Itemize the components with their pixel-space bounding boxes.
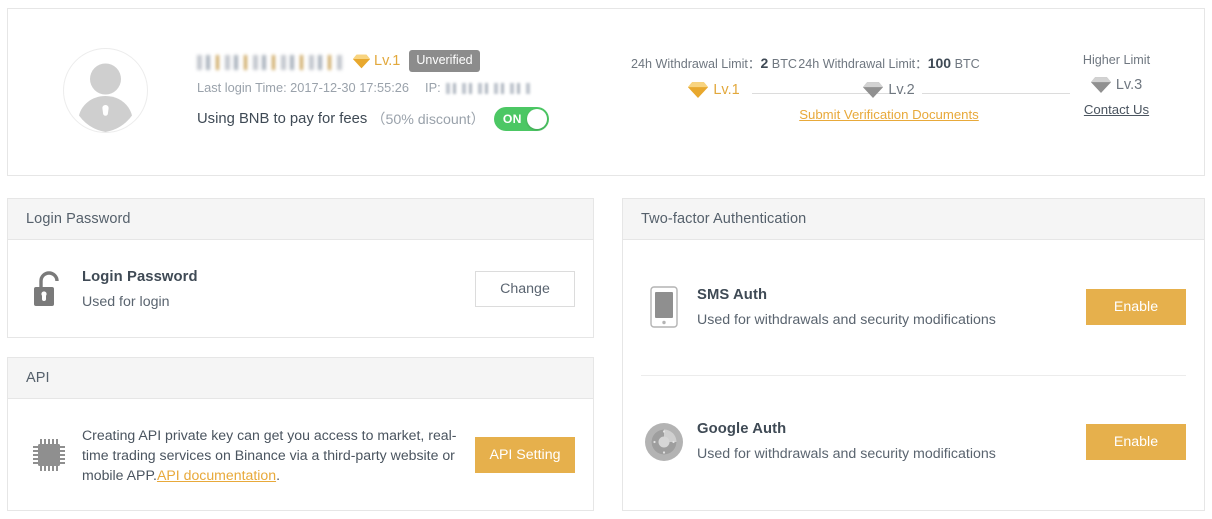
diamond-icon — [688, 82, 709, 98]
two-factor-authentication-card: Two-factor Authentication SMS Auth Used … — [622, 198, 1205, 511]
sms-auth-enable-button[interactable]: Enable — [1086, 289, 1186, 325]
level-3-marker: Lv.3 — [1059, 76, 1174, 94]
google-auth-icon-wrap — [641, 422, 687, 462]
api-description: Creating API private key can get you acc… — [82, 425, 461, 485]
level-3-caption: Higher Limit — [1059, 53, 1174, 67]
login-password-subtitle: Used for login — [82, 293, 170, 310]
google-auth-subtitle: Used for withdrawals and security modifi… — [697, 446, 996, 462]
change-password-button[interactable]: Change — [475, 271, 575, 307]
toggle-knob — [526, 109, 547, 129]
api-card: API Creating API private key can get you… — [7, 357, 594, 511]
login-password-panel-title: Login Password — [26, 211, 131, 227]
status-badge: Unverified — [409, 50, 480, 72]
google-auth-body: Google Auth Used for withdrawals and sec… — [687, 421, 1086, 462]
submit-verification-documents-link[interactable]: Submit Verification Documents — [779, 107, 999, 122]
level-3-caption-prefix: Higher Limit — [1082, 53, 1151, 67]
level-2-caption-value: 100 — [927, 55, 952, 71]
sms-auth-body: SMS Auth Used for withdrawals and securi… — [687, 287, 1086, 328]
identity-name-row: Lv.1 Unverified — [197, 49, 597, 73]
level-2-caption-suffix: BTC — [951, 57, 980, 71]
bnb-discount-label: （50% discount） — [371, 112, 485, 128]
login-password-card: Login Password Login Password Used for l… — [7, 198, 594, 338]
bnb-fee-row: Using BNB to pay for fees （50% discount）… — [197, 107, 597, 131]
chip-icon-wrap — [26, 436, 72, 474]
login-password-card-header: Login Password — [8, 199, 593, 240]
identity-block: Lv.1 Unverified Last login Time: 2017-12… — [197, 49, 597, 131]
api-documentation-link[interactable]: API documentation — [157, 467, 276, 483]
phone-icon-wrap — [641, 286, 687, 328]
api-description-period: . — [276, 467, 280, 483]
level-column-2: 24h Withdrawal Limit：100 BTC Lv.2 Submit… — [779, 53, 999, 122]
ip-label: IP: — [425, 80, 441, 95]
security-settings-page: Lv.1 Unverified Last login Time: 2017-12… — [0, 0, 1212, 519]
two-factor-card-header: Two-factor Authentication — [623, 199, 1204, 240]
level-2-caption-prefix: 24h Withdrawal Limit： — [798, 57, 928, 71]
sms-auth-action: Enable — [1086, 289, 1186, 325]
google-auth-icon — [645, 422, 683, 461]
user-level-text: Lv.1 — [374, 53, 401, 69]
bnb-fee-toggle[interactable]: ON — [493, 107, 549, 131]
diamond-icon — [353, 54, 370, 68]
last-login-time: Last login Time: 2017-12-30 17:55:26 — [197, 80, 410, 95]
sms-auth-row: SMS Auth Used for withdrawals and securi… — [623, 240, 1204, 374]
user-level-badge: Lv.1 — [353, 53, 400, 69]
profile-card: Lv.1 Unverified Last login Time: 2017-12… — [7, 8, 1205, 176]
login-password-action: Change — [475, 271, 575, 307]
api-setting-button[interactable]: API Setting — [475, 437, 575, 473]
diamond-icon — [863, 82, 884, 98]
api-row: Creating API private key can get you acc… — [8, 399, 593, 511]
login-password-title: Login Password — [82, 268, 198, 285]
level-3-name: Lv.3 — [1115, 77, 1143, 93]
level-2-marker: Lv.2 — [779, 81, 999, 99]
username-redacted — [197, 54, 345, 70]
google-auth-enable-button[interactable]: Enable — [1086, 423, 1186, 460]
sms-auth-subtitle: Used for withdrawals and security modifi… — [697, 311, 996, 328]
last-login-row: Last login Time: 2017-12-30 17:55:26 IP: — [197, 80, 597, 95]
cpu-chip-icon — [33, 439, 65, 471]
level-1-name: Lv.1 — [713, 82, 740, 98]
bnb-fee-label: Using BNB to pay for fees — [197, 111, 368, 127]
google-auth-action: Enable — [1086, 423, 1186, 460]
phone-icon — [650, 286, 678, 328]
withdrawal-level-progress: 24h Withdrawal Limit：2 BTC Lv.1 24h With… — [604, 53, 1174, 133]
api-panel-title: API — [26, 370, 50, 386]
level-2-name: Lv.2 — [888, 82, 915, 98]
api-action: API Setting — [475, 437, 575, 473]
contact-us-link[interactable]: Contact Us — [1059, 102, 1174, 117]
login-password-row: Login Password Used for login Change — [8, 240, 593, 338]
two-factor-panel-title: Two-factor Authentication — [641, 211, 807, 227]
avatar — [63, 48, 148, 133]
level-1-caption-prefix: 24h Withdrawal Limit： — [631, 57, 761, 71]
google-auth-row: Google Auth Used for withdrawals and sec… — [623, 374, 1204, 509]
level-2-caption: 24h Withdrawal Limit：100 BTC — [779, 53, 999, 72]
login-password-body: Login Password Used for login — [72, 269, 475, 310]
google-auth-title: Google Auth — [697, 421, 787, 437]
api-body: Creating API private key can get you acc… — [72, 425, 475, 485]
avatar-person-icon — [79, 63, 132, 132]
bnb-toggle-state: ON — [502, 112, 522, 126]
level-column-3: Higher Limit Lv.3 Contact Us — [1059, 53, 1174, 117]
diamond-icon — [1090, 77, 1111, 93]
sms-auth-title: SMS Auth — [697, 286, 768, 303]
unlocked-padlock-icon — [34, 271, 59, 306]
lock-icon-wrap — [26, 270, 72, 308]
ip-value-redacted — [445, 83, 532, 94]
api-card-header: API — [8, 358, 593, 399]
